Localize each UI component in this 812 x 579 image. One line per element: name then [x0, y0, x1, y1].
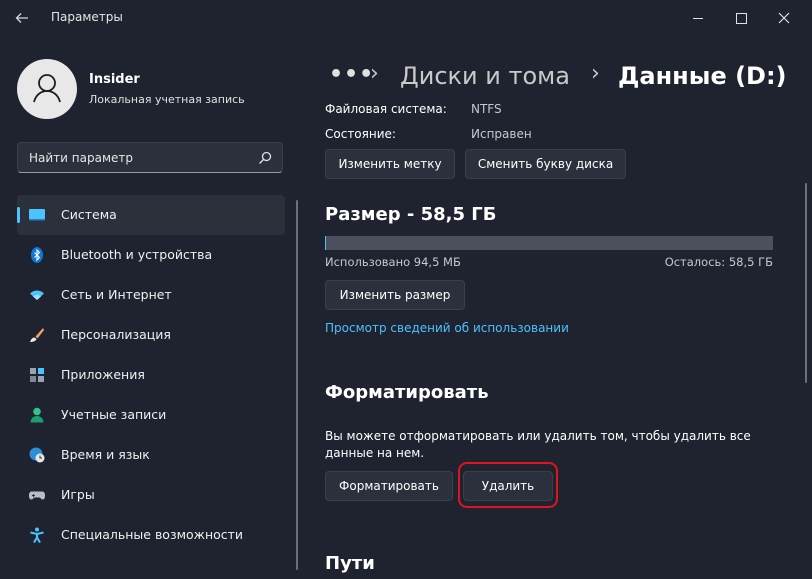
- globe-clock-icon: [29, 447, 45, 463]
- sidebar-item-label: Система: [61, 207, 117, 222]
- free-space: Осталось: 58,5 ГБ: [664, 255, 773, 269]
- chevron-right-icon: ›: [591, 61, 600, 86]
- format-heading: Форматировать: [325, 382, 489, 403]
- chevron-right-icon: ›: [370, 61, 379, 86]
- sidebar-item-label: Приложения: [61, 367, 145, 382]
- change-drive-letter-button[interactable]: Сменить букву диска: [465, 149, 626, 179]
- avatar[interactable]: [17, 59, 77, 119]
- sidebar-item-gaming[interactable]: Игры: [17, 475, 285, 515]
- close-icon: [778, 12, 790, 24]
- wifi-icon: [30, 290, 44, 300]
- sidebar-item-label: Игры: [61, 487, 95, 502]
- content-scrollbar[interactable]: [805, 183, 807, 383]
- status-label: Состояние:: [325, 127, 396, 141]
- sidebar-item-label: Bluetooth и устройства: [61, 247, 213, 262]
- resize-button[interactable]: Изменить размер: [325, 280, 465, 310]
- format-button[interactable]: Форматировать: [325, 471, 453, 501]
- title-bar: Параметры: [0, 0, 812, 36]
- usage-bar: [325, 236, 773, 250]
- brush-icon: [30, 328, 44, 342]
- paths-heading: Пути: [325, 553, 375, 574]
- delete-highlight-annotation: [458, 462, 558, 508]
- search-placeholder: Найти параметр: [29, 151, 133, 165]
- sidebar-nav: Система Bluetooth и устройства Сеть и Ин…: [17, 195, 285, 555]
- sidebar-item-apps[interactable]: Приложения: [17, 355, 285, 395]
- app-title: Параметры: [51, 10, 123, 24]
- user-name: Insider: [89, 72, 140, 87]
- sidebar-item-label: Учетные записи: [61, 407, 167, 422]
- search-input[interactable]: Найти параметр: [17, 142, 283, 173]
- filesystem-label: Файловая система:: [325, 102, 447, 116]
- size-heading: Размер - 58,5 ГБ: [325, 204, 497, 225]
- filesystem-value: NTFS: [471, 102, 502, 116]
- page-title: Данные (D:): [618, 62, 787, 90]
- sidebar-item-accessibility[interactable]: Специальные возможности: [17, 515, 285, 555]
- account-type: Локальная учетная запись: [89, 93, 245, 106]
- close-button[interactable]: [769, 6, 799, 30]
- sidebar-item-label: Сеть и Интернет: [61, 287, 172, 302]
- used-space: Использовано 94,5 МБ: [325, 255, 461, 269]
- status-value: Исправен: [471, 127, 532, 141]
- sidebar-item-system[interactable]: Система: [17, 195, 285, 235]
- sidebar-item-label: Персонализация: [61, 327, 171, 342]
- usage-details-link[interactable]: Просмотр сведений об использовании: [325, 321, 569, 335]
- sidebar-item-network[interactable]: Сеть и Интернет: [17, 275, 285, 315]
- sidebar-item-accounts[interactable]: Учетные записи: [17, 395, 285, 435]
- sidebar-item-bluetooth[interactable]: Bluetooth и устройства: [17, 235, 285, 275]
- monitor-icon: [29, 209, 45, 221]
- search-icon[interactable]: [257, 150, 273, 166]
- format-description: Вы можете отформатировать или удалить то…: [325, 429, 751, 460]
- sidebar-item-time-language[interactable]: Время и язык: [17, 435, 285, 475]
- maximize-icon: [735, 12, 747, 24]
- sidebar-scrollbar[interactable]: [296, 200, 298, 570]
- change-label-button[interactable]: Изменить метку: [325, 149, 455, 179]
- minimize-button[interactable]: [683, 6, 713, 30]
- back-arrow-icon[interactable]: [14, 10, 34, 28]
- user-icon: [33, 74, 61, 103]
- breadcrumb-more[interactable]: •••: [329, 62, 374, 87]
- accessibility-icon: [30, 527, 44, 543]
- breadcrumb-item[interactable]: Диски и тома: [400, 62, 570, 90]
- usage-bar-fill: [325, 236, 326, 250]
- maximize-button[interactable]: [726, 6, 756, 30]
- sidebar-item-personalization[interactable]: Персонализация: [17, 315, 285, 355]
- sidebar-item-label: Специальные возможности: [61, 527, 244, 542]
- main-content: Файловая система: NTFS Состояние: Исправ…: [325, 100, 780, 579]
- person-icon: [30, 407, 44, 423]
- bluetooth-icon: [31, 247, 43, 263]
- gamepad-icon: [29, 491, 45, 500]
- sidebar-item-label: Время и язык: [61, 447, 150, 462]
- minimize-icon: [693, 17, 703, 19]
- apps-icon: [30, 368, 44, 382]
